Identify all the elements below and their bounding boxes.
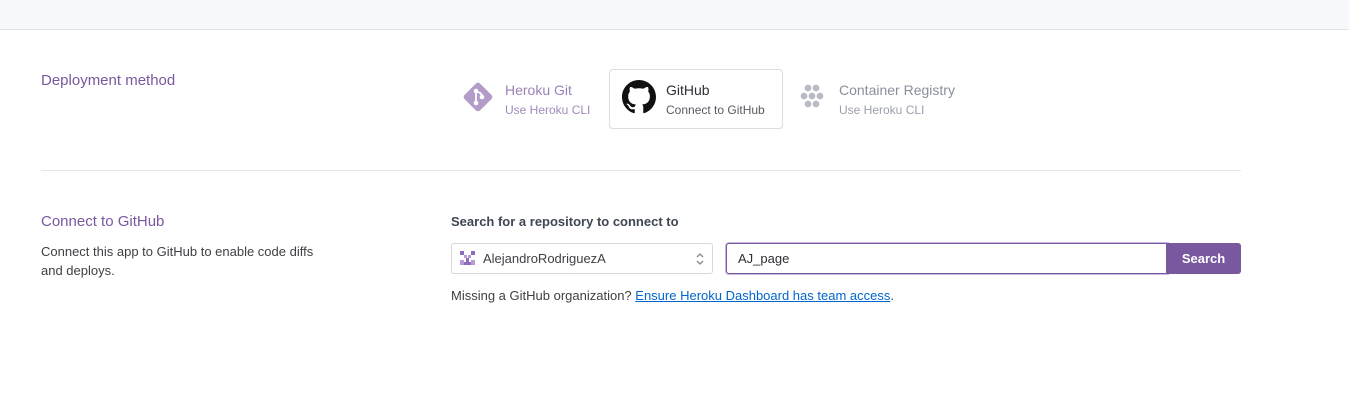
method-sub: Use Heroku CLI [505, 102, 591, 117]
missing-org-note: Missing a GitHub organization? Ensure He… [451, 288, 894, 303]
repo-search-label: Search for a repository to connect to [451, 214, 679, 229]
method-name: GitHub [666, 81, 710, 98]
missing-org-text: Missing a GitHub organization? [451, 288, 632, 303]
method-container-registry[interactable]: Container Registry Use Heroku CLI [798, 78, 968, 120]
org-select-value: AlejandroRodriguezA [483, 251, 606, 266]
team-access-link[interactable]: Ensure Heroku Dashboard has team access [635, 288, 890, 303]
method-github[interactable]: GitHub Connect to GitHub [609, 69, 783, 129]
method-heroku-git[interactable]: Heroku Git Use Heroku CLI [461, 78, 601, 120]
search-button[interactable]: Search [1166, 243, 1241, 274]
section-divider [41, 170, 1241, 171]
deployment-method-title: Deployment method [41, 72, 176, 89]
org-select[interactable]: AlejandroRodriguezA [451, 243, 713, 274]
chevron-up-down-icon [695, 252, 705, 266]
top-bar [0, 0, 1349, 30]
org-avatar-icon [459, 250, 476, 267]
connect-description: Connect this app to GitHub to enable cod… [41, 244, 314, 278]
repo-search-input[interactable] [726, 243, 1168, 274]
method-sub: Use Heroku CLI [839, 102, 925, 117]
container-icon [798, 81, 830, 118]
github-icon [622, 79, 656, 119]
method-name: Container Registry [839, 81, 955, 98]
connect-github-title: Connect to GitHub [41, 213, 165, 230]
missing-org-suffix: . [890, 288, 894, 303]
method-name: Heroku Git [505, 81, 572, 98]
method-sub: Connect to GitHub [666, 102, 765, 117]
git-icon [461, 80, 495, 119]
